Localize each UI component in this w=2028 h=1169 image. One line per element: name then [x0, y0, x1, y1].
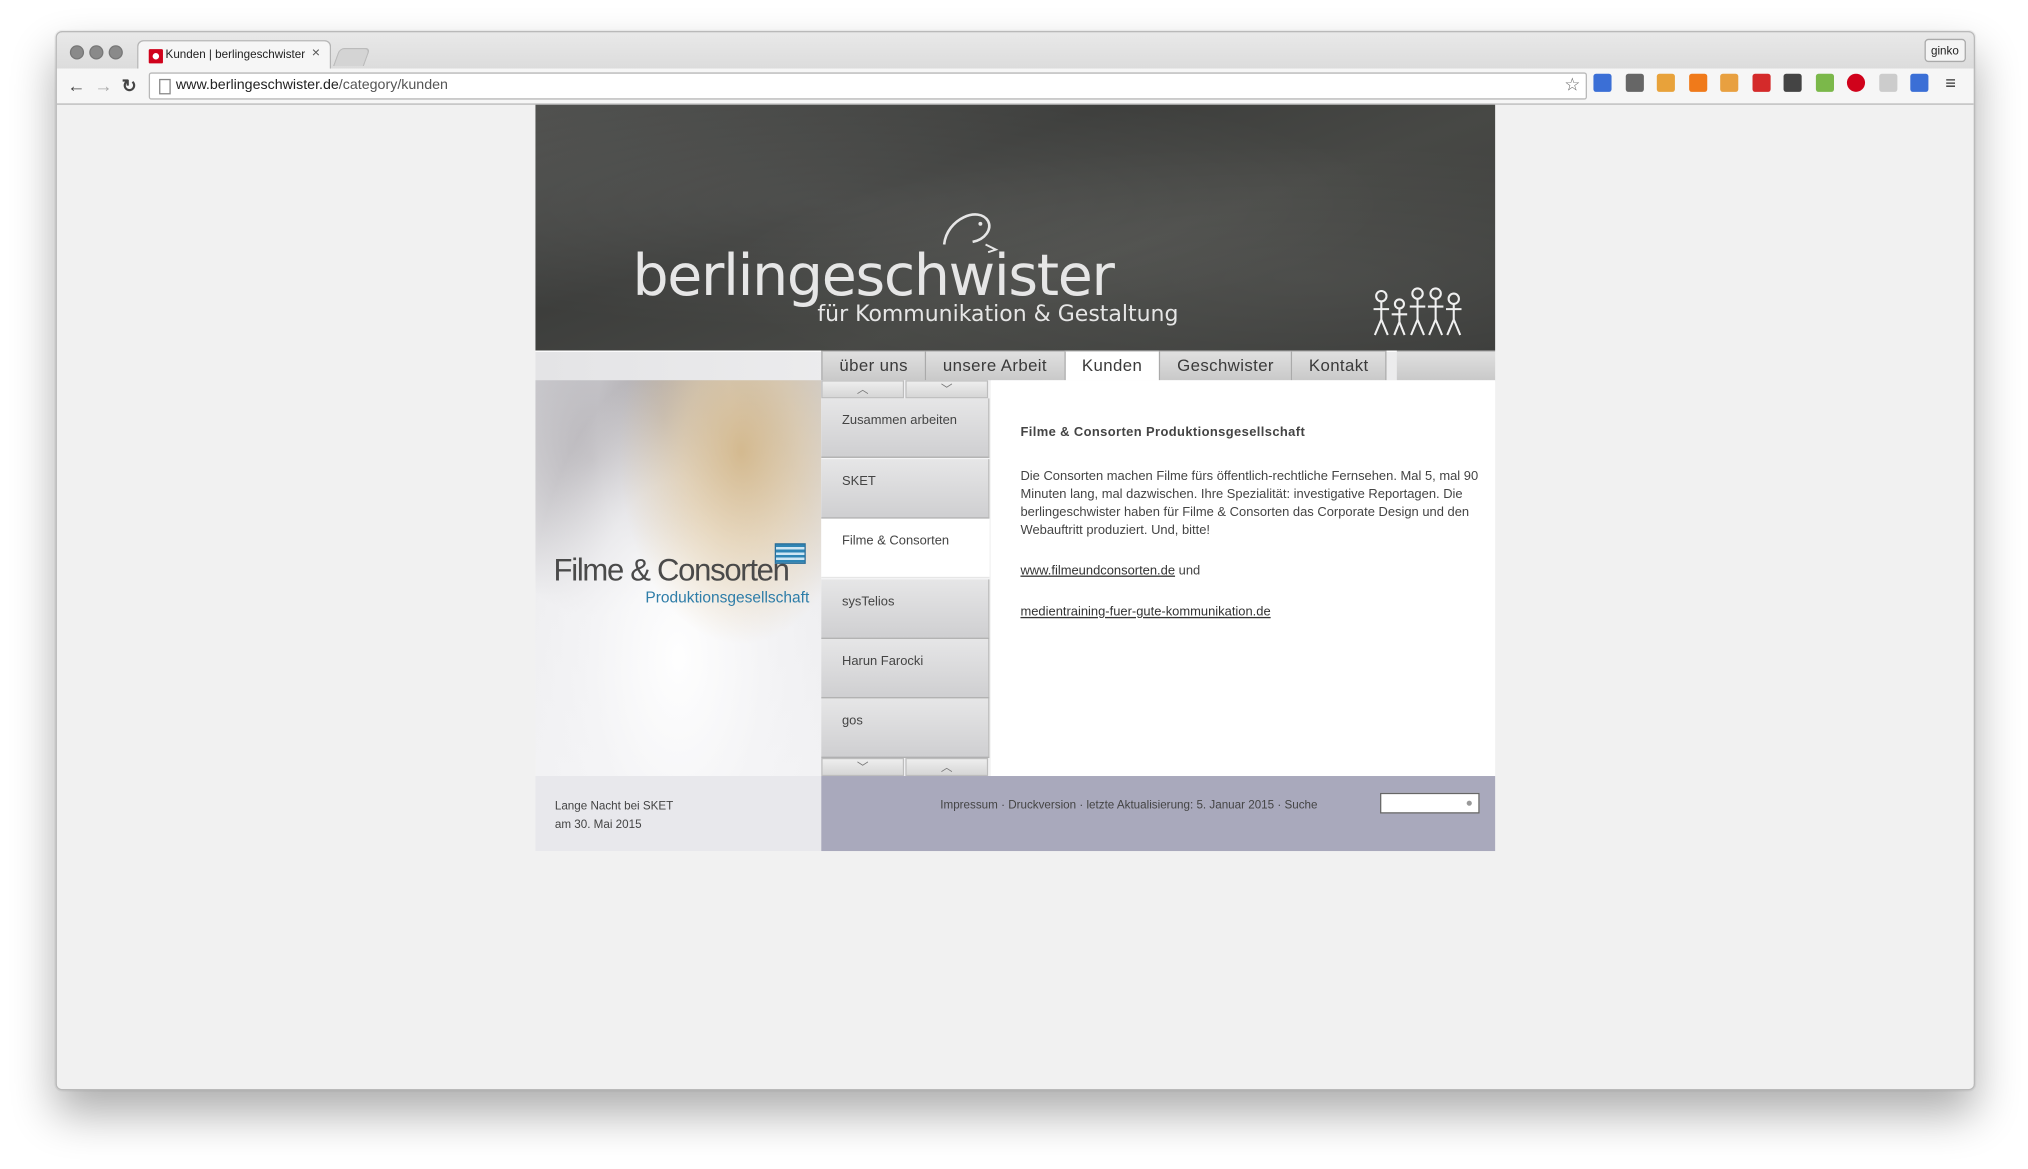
- medientraining-link[interactable]: medientraining-fuer-gute-kommunikation.d…: [1020, 605, 1270, 619]
- forward-icon[interactable]: →: [94, 72, 112, 98]
- url-host: www.berlingeschwister.de: [175, 77, 339, 94]
- nav-unsere-arbeit[interactable]: unsere Arbeit: [924, 350, 1064, 381]
- nav-kunden[interactable]: Kunden: [1063, 350, 1160, 381]
- tab-kunden[interactable]: Kunden | berlingeschwister ×: [137, 40, 332, 72]
- news-title: Lange Nacht bei SKET: [554, 799, 674, 813]
- page-icon: [159, 78, 171, 95]
- scroll-down-icon[interactable]: ﹀: [905, 380, 989, 399]
- logo-wordmark[interactable]: berlingeschwister: [632, 243, 1114, 309]
- subnav-label: Zusammen arbeiten: [841, 413, 958, 429]
- nav-ueber-uns[interactable]: über uns: [821, 350, 925, 381]
- feed-icon[interactable]: [1751, 73, 1770, 92]
- link-row: www.filmeundconsorten.de und: [1020, 564, 1200, 578]
- url-text[interactable]: www.berlingeschwister.de/category/kunden: [176, 78, 448, 94]
- main-nav: über uns unsere Arbeit Kunden Geschwiste…: [821, 350, 1387, 381]
- rss-icon[interactable]: [1656, 73, 1675, 92]
- zoom-window-button[interactable]: [108, 45, 123, 60]
- bookmark-star-icon[interactable]: ☆: [1564, 74, 1580, 96]
- subnav-label: gos: [841, 713, 863, 729]
- tab-close-icon[interactable]: ×: [312, 45, 320, 61]
- reload-icon[interactable]: ↻: [122, 72, 137, 98]
- client-content: Filme & Consorten Produktionsgesellschaf…: [990, 380, 1496, 777]
- eyedropper-icon[interactable]: [1625, 73, 1644, 92]
- nav-kontakt[interactable]: Kontakt: [1290, 350, 1387, 381]
- link-row: medientraining-fuer-gute-kommunikation.d…: [1020, 605, 1270, 619]
- filmeundconsorten-link[interactable]: www.filmeundconsorten.de: [1020, 564, 1175, 578]
- minimize-window-button[interactable]: [89, 45, 104, 60]
- browser-window: Kunden | berlingeschwister × ginko ← → ↻…: [55, 31, 1975, 1091]
- stick-figures-icon: [1373, 287, 1462, 336]
- subnav-item-zusammen-arbeiten[interactable]: Zusammen arbeiten: [821, 398, 990, 458]
- translate-icon[interactable]: [1878, 73, 1897, 92]
- search-input[interactable]: [1380, 792, 1480, 814]
- back-icon[interactable]: ←: [67, 72, 85, 98]
- delicious-icon[interactable]: [1593, 73, 1612, 92]
- scroll-down-icon[interactable]: ﹀: [821, 757, 905, 777]
- subnav-label: Harun Farocki: [841, 654, 924, 669]
- browser-toolbar: ← → ↻ www.berlingeschwister.de/category/…: [56, 68, 1974, 105]
- client-subnav: ︿ ﹀ Zusammen arbeiten SKET Filme & Conso…: [821, 380, 990, 777]
- tab-strip: Kunden | berlingeschwister × ginko: [56, 32, 1974, 72]
- news-teaser[interactable]: Lange Nacht bei SKET am 30. Mai 2015: [535, 776, 822, 852]
- subnav-label: Filme & Consorten: [841, 534, 950, 549]
- url-path: /category/kunden: [338, 77, 448, 94]
- new-tab-button[interactable]: [332, 47, 371, 66]
- subnav-item-gos[interactable]: gos: [821, 698, 990, 758]
- client-logo-name: Filme & Consorten: [553, 553, 790, 589]
- client-feature-image: Filme & Consorten Produktionsgesellschaf…: [535, 380, 822, 777]
- site-favicon-icon: [148, 49, 163, 64]
- bookmark-star-icon[interactable]: [1783, 73, 1802, 92]
- address-bar[interactable]: www.berlingeschwister.de/category/kunden…: [148, 72, 1587, 100]
- news-date: am 30. Mai 2015: [554, 817, 642, 831]
- subnav-item-sket[interactable]: SKET: [821, 459, 990, 519]
- profile-button[interactable]: ginko: [1924, 38, 1966, 63]
- timer-icon[interactable]: [1720, 73, 1739, 92]
- scroll-up-icon[interactable]: ︿: [905, 757, 989, 777]
- client-title: Filme & Consorten Produktionsgesellschaf…: [1020, 425, 1306, 440]
- tab-title: Kunden | berlingeschwister: [165, 47, 306, 61]
- client-description: Die Consorten machen Filme fürs öffentli…: [1020, 469, 1479, 539]
- subnav-label: SKET: [841, 474, 876, 489]
- nav-geschwister[interactable]: Geschwister: [1159, 350, 1291, 381]
- footer-bar: Impressum · Druckversion · letzte Aktual…: [821, 776, 1496, 852]
- scroll-up-icon[interactable]: ︿: [821, 380, 905, 399]
- delicious2-icon[interactable]: [1910, 73, 1929, 92]
- close-window-button[interactable]: [69, 45, 85, 60]
- search-icon: [1466, 800, 1472, 806]
- footer-links[interactable]: Impressum · Druckversion · letzte Aktual…: [940, 798, 1317, 811]
- client-logo-subtitle: Produktionsgesellschaft: [645, 588, 810, 607]
- nav-filler: [1396, 350, 1496, 381]
- subnav-item-filme-consorten[interactable]: Filme & Consorten: [821, 518, 990, 579]
- site-container: berlingeschwister für Kommunikation & Ge…: [535, 104, 1496, 852]
- subnav-item-harun-farocki[interactable]: Harun Farocki: [821, 638, 990, 699]
- link-conjunction: und: [1175, 563, 1201, 579]
- chart-icon[interactable]: [1688, 73, 1707, 92]
- logo-tagline: für Kommunikation & Gestaltung: [817, 301, 1179, 328]
- palette-icon[interactable]: [1815, 73, 1834, 92]
- subnav-label: sysTelios: [841, 594, 895, 610]
- page-viewport: berlingeschwister für Kommunikation & Ge…: [56, 104, 1974, 1090]
- menu-icon[interactable]: ≡: [1945, 72, 1956, 93]
- header-banner: berlingeschwister für Kommunikation & Ge…: [535, 104, 1496, 351]
- adblock-icon[interactable]: [1846, 73, 1866, 92]
- subnav-item-systelios[interactable]: sysTelios: [821, 579, 990, 639]
